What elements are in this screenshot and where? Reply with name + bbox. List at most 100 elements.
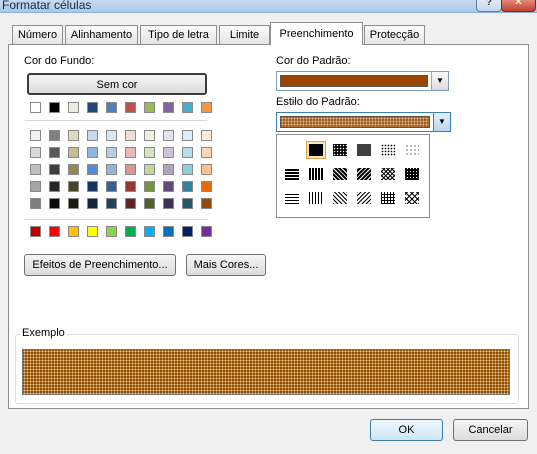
- color-swatch[interactable]: [68, 226, 79, 237]
- color-swatch[interactable]: [87, 102, 98, 113]
- color-swatch[interactable]: [201, 147, 212, 158]
- color-swatch[interactable]: [144, 130, 155, 141]
- more-colors-button[interactable]: Mais Cores...: [186, 254, 266, 276]
- color-swatch[interactable]: [182, 147, 193, 158]
- color-swatch[interactable]: [201, 226, 212, 237]
- tab-tipo-de-letra[interactable]: Tipo de letra: [140, 25, 217, 44]
- tab-numero[interactable]: Número: [12, 25, 63, 44]
- color-swatch[interactable]: [68, 164, 79, 175]
- color-swatch[interactable]: [125, 181, 136, 192]
- color-swatch[interactable]: [49, 130, 60, 141]
- color-swatch[interactable]: [87, 181, 98, 192]
- color-swatch[interactable]: [125, 198, 136, 209]
- color-swatch[interactable]: [125, 164, 136, 175]
- color-swatch[interactable]: [163, 226, 174, 237]
- color-swatch[interactable]: [201, 130, 212, 141]
- pattern-option[interactable]: [330, 141, 350, 159]
- pattern-option[interactable]: [306, 141, 326, 159]
- color-swatch[interactable]: [163, 130, 174, 141]
- color-swatch[interactable]: [182, 102, 193, 113]
- color-swatch[interactable]: [182, 130, 193, 141]
- tab-preenchimento[interactable]: Preenchimento: [270, 22, 363, 45]
- color-swatch[interactable]: [87, 147, 98, 158]
- cancel-button[interactable]: Cancelar: [453, 419, 528, 441]
- color-swatch[interactable]: [87, 164, 98, 175]
- chevron-down-icon[interactable]: ▼: [431, 72, 448, 90]
- color-swatch[interactable]: [163, 147, 174, 158]
- color-swatch[interactable]: [144, 198, 155, 209]
- color-swatch[interactable]: [144, 147, 155, 158]
- color-swatch[interactable]: [106, 147, 117, 158]
- color-swatch[interactable]: [163, 164, 174, 175]
- pattern-option[interactable]: [378, 141, 398, 159]
- color-swatch[interactable]: [30, 226, 41, 237]
- color-swatch[interactable]: [106, 102, 117, 113]
- color-swatch[interactable]: [30, 147, 41, 158]
- color-swatch[interactable]: [49, 226, 60, 237]
- color-swatch[interactable]: [106, 130, 117, 141]
- pattern-option[interactable]: [378, 165, 398, 183]
- pattern-option[interactable]: [306, 165, 326, 183]
- color-swatch[interactable]: [87, 198, 98, 209]
- color-swatch[interactable]: [125, 147, 136, 158]
- pattern-option[interactable]: [306, 189, 326, 207]
- color-swatch[interactable]: [68, 147, 79, 158]
- color-swatch[interactable]: [201, 102, 212, 113]
- close-button[interactable]: ✕: [501, 0, 536, 12]
- color-swatch[interactable]: [68, 130, 79, 141]
- pattern-option[interactable]: [378, 189, 398, 207]
- color-swatch[interactable]: [182, 164, 193, 175]
- color-swatch[interactable]: [106, 164, 117, 175]
- color-swatch[interactable]: [125, 130, 136, 141]
- pattern-color-dropdown[interactable]: ▼: [276, 71, 449, 91]
- color-swatch[interactable]: [68, 181, 79, 192]
- color-swatch[interactable]: [163, 198, 174, 209]
- color-swatch[interactable]: [68, 102, 79, 113]
- color-swatch[interactable]: [49, 147, 60, 158]
- color-swatch[interactable]: [87, 226, 98, 237]
- chevron-down-icon[interactable]: ▼: [433, 113, 450, 131]
- color-swatch[interactable]: [182, 226, 193, 237]
- color-swatch[interactable]: [144, 164, 155, 175]
- color-swatch[interactable]: [201, 181, 212, 192]
- pattern-option[interactable]: [402, 189, 422, 207]
- color-swatch[interactable]: [106, 181, 117, 192]
- color-swatch[interactable]: [144, 181, 155, 192]
- pattern-option[interactable]: [282, 189, 302, 207]
- color-swatch[interactable]: [106, 226, 117, 237]
- color-swatch[interactable]: [49, 181, 60, 192]
- tab-limite[interactable]: Limite: [219, 25, 270, 44]
- color-swatch[interactable]: [182, 181, 193, 192]
- color-swatch[interactable]: [30, 164, 41, 175]
- color-swatch[interactable]: [30, 181, 41, 192]
- pattern-option[interactable]: [402, 141, 422, 159]
- fill-effects-button[interactable]: Efeitos de Preenchimento...: [24, 254, 176, 276]
- color-swatch[interactable]: [87, 130, 98, 141]
- color-swatch[interactable]: [49, 102, 60, 113]
- ok-button[interactable]: OK: [370, 419, 443, 441]
- pattern-option[interactable]: [282, 165, 302, 183]
- tab-alinhamento[interactable]: Alinhamento: [65, 25, 138, 44]
- pattern-option[interactable]: [402, 165, 422, 183]
- color-swatch[interactable]: [163, 181, 174, 192]
- color-swatch[interactable]: [106, 198, 117, 209]
- color-swatch[interactable]: [30, 102, 41, 113]
- color-swatch[interactable]: [125, 226, 136, 237]
- pattern-option[interactable]: [354, 141, 374, 159]
- pattern-option[interactable]: [330, 189, 350, 207]
- color-swatch[interactable]: [144, 226, 155, 237]
- color-swatch[interactable]: [182, 198, 193, 209]
- help-button[interactable]: ?: [476, 0, 502, 12]
- color-swatch[interactable]: [49, 164, 60, 175]
- pattern-style-dropdown[interactable]: ▼: [276, 112, 451, 132]
- color-swatch[interactable]: [163, 102, 174, 113]
- color-swatch[interactable]: [68, 198, 79, 209]
- color-swatch[interactable]: [201, 198, 212, 209]
- color-swatch[interactable]: [144, 102, 155, 113]
- tab-proteccao[interactable]: Protecção: [364, 25, 425, 44]
- pattern-option[interactable]: [354, 189, 374, 207]
- color-swatch[interactable]: [201, 164, 212, 175]
- color-swatch[interactable]: [30, 198, 41, 209]
- pattern-option[interactable]: [330, 165, 350, 183]
- color-swatch[interactable]: [30, 130, 41, 141]
